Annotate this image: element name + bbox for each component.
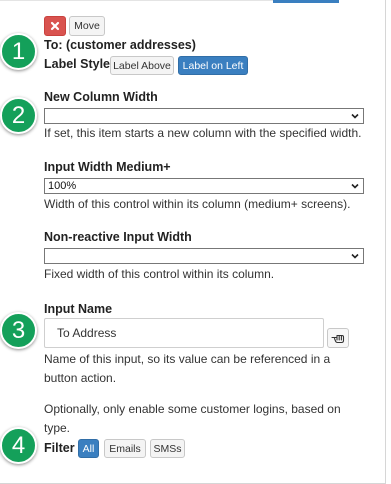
input-width-medium-help: Width of this control within its column … bbox=[44, 197, 351, 211]
non-reactive-width-select[interactable] bbox=[44, 248, 364, 264]
chevron-down-icon bbox=[351, 183, 359, 189]
pick-element-button[interactable] bbox=[327, 328, 349, 348]
input-width-medium-select[interactable]: 100% bbox=[44, 178, 364, 194]
label-style-label: Label Style bbox=[44, 57, 110, 71]
step-badge-4: 4 bbox=[0, 427, 37, 464]
new-column-width-select[interactable] bbox=[44, 108, 364, 124]
filter-smss-button[interactable]: SMSs bbox=[150, 439, 185, 458]
chevron-down-icon bbox=[351, 113, 359, 119]
step-badge-1: 1 bbox=[0, 33, 37, 70]
filter-emails-button[interactable]: Emails bbox=[104, 439, 146, 458]
delete-button[interactable] bbox=[44, 16, 66, 36]
top-divider bbox=[0, 0, 273, 1]
input-name-help: Name of this input, so its value can be … bbox=[44, 352, 331, 385]
label-on-left-button[interactable]: Label on Left bbox=[178, 56, 248, 75]
close-icon bbox=[50, 21, 60, 31]
new-column-width-help: If set, this item starts a new column wi… bbox=[44, 126, 362, 140]
hand-pointer-icon bbox=[331, 334, 345, 344]
label-above-button[interactable]: Label Above bbox=[110, 56, 174, 75]
chevron-down-icon bbox=[351, 253, 359, 259]
step-badge-3: 3 bbox=[0, 312, 37, 349]
item-title: To: (customer addresses) bbox=[44, 38, 196, 52]
new-column-width-label: New Column Width bbox=[44, 90, 158, 104]
move-button[interactable]: Move bbox=[69, 16, 105, 36]
filter-intro: Optionally, only enable some customer lo… bbox=[44, 402, 341, 435]
filter-label: Filter bbox=[44, 441, 75, 455]
input-width-medium-value: 100% bbox=[48, 180, 77, 192]
non-reactive-width-label: Non-reactive Input Width bbox=[44, 230, 192, 244]
active-tab-indicator bbox=[273, 0, 339, 3]
input-name-label: Input Name bbox=[44, 302, 113, 316]
filter-all-button[interactable]: All bbox=[78, 439, 99, 458]
input-width-medium-label: Input Width Medium+ bbox=[44, 160, 171, 174]
step-badge-2: 2 bbox=[0, 97, 37, 134]
non-reactive-width-help: Fixed width of this control within its c… bbox=[44, 267, 275, 281]
input-name-field[interactable]: To Address bbox=[44, 318, 324, 348]
